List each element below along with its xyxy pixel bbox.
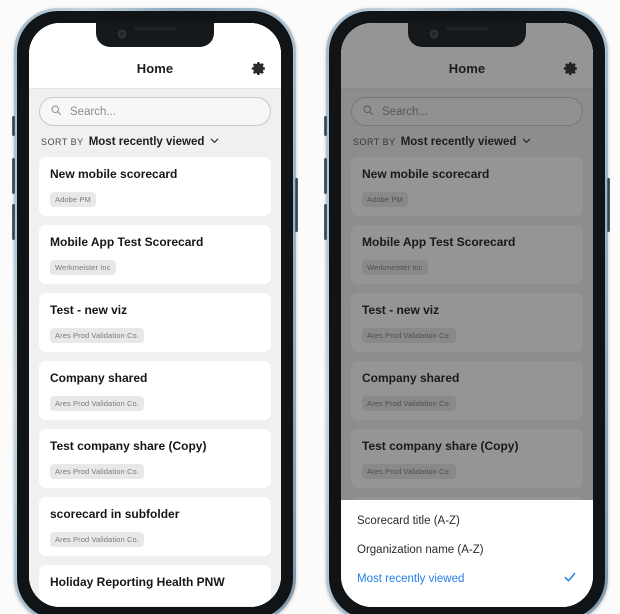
page-title: Home [136, 61, 174, 76]
volume-down-button[interactable] [324, 204, 327, 240]
volume-up-button[interactable] [324, 158, 327, 194]
scorecard-list-left[interactable]: New mobile scorecard Adobe PM Mobile App… [29, 157, 281, 607]
front-camera-icon [118, 30, 126, 38]
search-placeholder: Search... [70, 105, 117, 118]
scorecard-title: Test company share (Copy) [50, 439, 207, 453]
check-icon [563, 570, 577, 587]
list-item[interactable]: Test company share (Copy) Ares Prod Vali… [39, 429, 271, 488]
chevron-down-icon[interactable] [209, 133, 220, 151]
phone-screen-right: Home Search... SORT BY Most recently vie… [341, 23, 593, 607]
list-item[interactable]: Mobile App Test Scorecard Werkmeister In… [39, 225, 271, 284]
list-item[interactable]: Company shared Ares Prod Validation Co. [39, 361, 271, 420]
sort-option-most-recently-viewed[interactable]: Most recently viewed [341, 564, 593, 593]
search-input[interactable]: Search... [39, 97, 271, 126]
mute-switch[interactable] [324, 116, 327, 136]
scorecard-title: Mobile App Test Scorecard [50, 235, 204, 249]
sort-option-label: Organization name (A-Z) [357, 543, 484, 556]
search-container: Search... [29, 89, 281, 126]
scorecard-title: New mobile scorecard [50, 167, 178, 181]
power-button[interactable] [295, 178, 298, 232]
phone-bezel: Home Search... SORT BY Most recently vie… [329, 11, 605, 614]
volume-up-button[interactable] [12, 158, 15, 194]
sort-by-label: SORT BY [41, 137, 84, 147]
volume-down-button[interactable] [12, 204, 15, 240]
sort-by-value: Most recently viewed [88, 136, 205, 148]
phone-left: Home Search... SORT BY Most recently vie… [12, 8, 298, 614]
organization-badge: Adobe PM [50, 192, 96, 207]
mute-switch[interactable] [12, 116, 15, 136]
phone-bezel: Home Search... SORT BY Most recently vie… [17, 11, 293, 614]
list-item[interactable]: New mobile scorecard Adobe PM [39, 157, 271, 216]
organization-badge: Ares Prod Validation Co. [50, 328, 144, 343]
navigation-bar: Home [29, 49, 281, 89]
screenshot-stage: Home Search... SORT BY Most recently vie… [0, 0, 620, 614]
list-item[interactable]: Holiday Reporting Health PNW [39, 565, 271, 606]
front-camera-icon [430, 30, 438, 38]
list-item[interactable]: Test - new viz Ares Prod Validation Co. [39, 293, 271, 352]
phone-screen-left: Home Search... SORT BY Most recently vie… [29, 23, 281, 607]
power-button[interactable] [607, 178, 610, 232]
earpiece-speaker [134, 27, 176, 30]
organization-badge: Ares Prod Validation Co. [50, 532, 144, 547]
phone-right: Home Search... SORT BY Most recently vie… [324, 8, 610, 614]
sort-option-scorecard-title[interactable]: Scorecard title (A-Z) [341, 506, 593, 535]
search-icon [50, 103, 62, 121]
list-item[interactable]: scorecard in subfolder Ares Prod Validat… [39, 497, 271, 556]
scorecard-title: scorecard in subfolder [50, 507, 180, 521]
scorecard-title: Company shared [50, 371, 148, 385]
sort-option-label: Most recently viewed [357, 572, 465, 585]
sort-by-action-sheet: Scorecard title (A-Z) Organization name … [341, 500, 593, 607]
scorecard-title: Test - new viz [50, 303, 128, 317]
organization-badge: Ares Prod Validation Co. [50, 464, 144, 479]
notch [96, 23, 214, 47]
scorecard-title: Holiday Reporting Health PNW [50, 575, 225, 589]
organization-badge: Ares Prod Validation Co. [50, 396, 144, 411]
earpiece-speaker [446, 27, 488, 30]
app-home-screen: Home Search... SORT BY Most recently vie… [29, 23, 281, 607]
sort-by-row[interactable]: SORT BY Most recently viewed [29, 126, 281, 157]
notch [408, 23, 526, 47]
sort-option-organization-name[interactable]: Organization name (A-Z) [341, 535, 593, 564]
gear-icon[interactable] [247, 58, 269, 80]
sort-option-label: Scorecard title (A-Z) [357, 514, 460, 527]
organization-badge: Werkmeister Inc [50, 260, 116, 275]
